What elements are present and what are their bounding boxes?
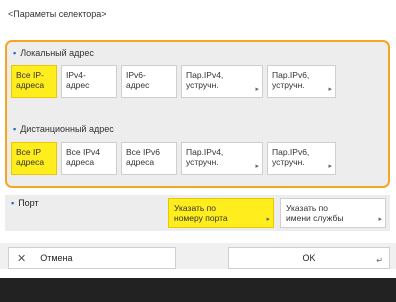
port-by-service-button[interactable]: Указать по имени службы ▸ (280, 198, 386, 228)
local-ipv4-manual-button[interactable]: Пар.IPv4, устручн. ▸ (181, 65, 263, 98)
chevron-right-icon: ▸ (328, 163, 332, 170)
chevron-right-icon: ▸ (266, 216, 270, 223)
cancel-button[interactable]: ✕ Отмена (8, 247, 176, 269)
local-address-text: Локальный адрес (20, 48, 94, 58)
chevron-right-icon: ▸ (378, 216, 382, 223)
dialog-title: <Параметы селектора> (8, 9, 107, 19)
local-ipv6-manual-button[interactable]: Пар.IPv6, устручн. ▸ (267, 65, 336, 98)
local-address-label: ▪ Локальный адрес (13, 48, 94, 58)
remote-ipv4-manual-button[interactable]: Пар.IPv4, устручн. ▸ (181, 142, 263, 175)
local-address-options: Все IP- адреса IPv4- адрес IPv6- адрес П… (11, 65, 384, 98)
remote-ipv6-manual-button[interactable]: Пар.IPv6, устручн. ▸ (267, 142, 336, 175)
port-label: ▪ Порт (11, 198, 39, 208)
address-panel: ▪ Локальный адрес Все IP- адреса IPv4- а… (5, 40, 390, 188)
local-ipv6-button[interactable]: IPv6- адрес (121, 65, 177, 98)
close-icon: ✕ (17, 252, 27, 265)
chevron-right-icon: ▸ (255, 86, 259, 93)
chevron-right-icon: ▸ (255, 163, 259, 170)
bullet-icon: ▪ (13, 48, 17, 58)
remote-address-options: Все IP адреса Все IPv4 адреса Все IPv6 а… (11, 142, 384, 175)
remote-all-ip-button[interactable]: Все IP адреса (11, 142, 57, 175)
enter-icon: ↵ (376, 256, 383, 265)
footer-bar (0, 278, 396, 302)
port-by-number-button[interactable]: Указать по номеру порта ▸ (168, 198, 274, 228)
remote-address-label: ▪ Дистанционный адрес (13, 124, 114, 134)
remote-address-text: Дистанционный адрес (20, 124, 114, 134)
ok-button[interactable]: OK ↵ (228, 247, 390, 269)
remote-all-ipv4-button[interactable]: Все IPv4 адреса (61, 142, 117, 175)
chevron-right-icon: ▸ (328, 86, 332, 93)
local-ipv4-button[interactable]: IPv4- адрес (61, 65, 117, 98)
remote-all-ipv6-button[interactable]: Все IPv6 адреса (121, 142, 177, 175)
port-section: ▪ Порт Указать по номеру порта ▸ Указать… (5, 195, 390, 231)
bullet-icon: ▪ (13, 124, 17, 134)
local-all-ip-button[interactable]: Все IP- адреса (11, 65, 57, 98)
bullet-icon: ▪ (11, 198, 15, 208)
